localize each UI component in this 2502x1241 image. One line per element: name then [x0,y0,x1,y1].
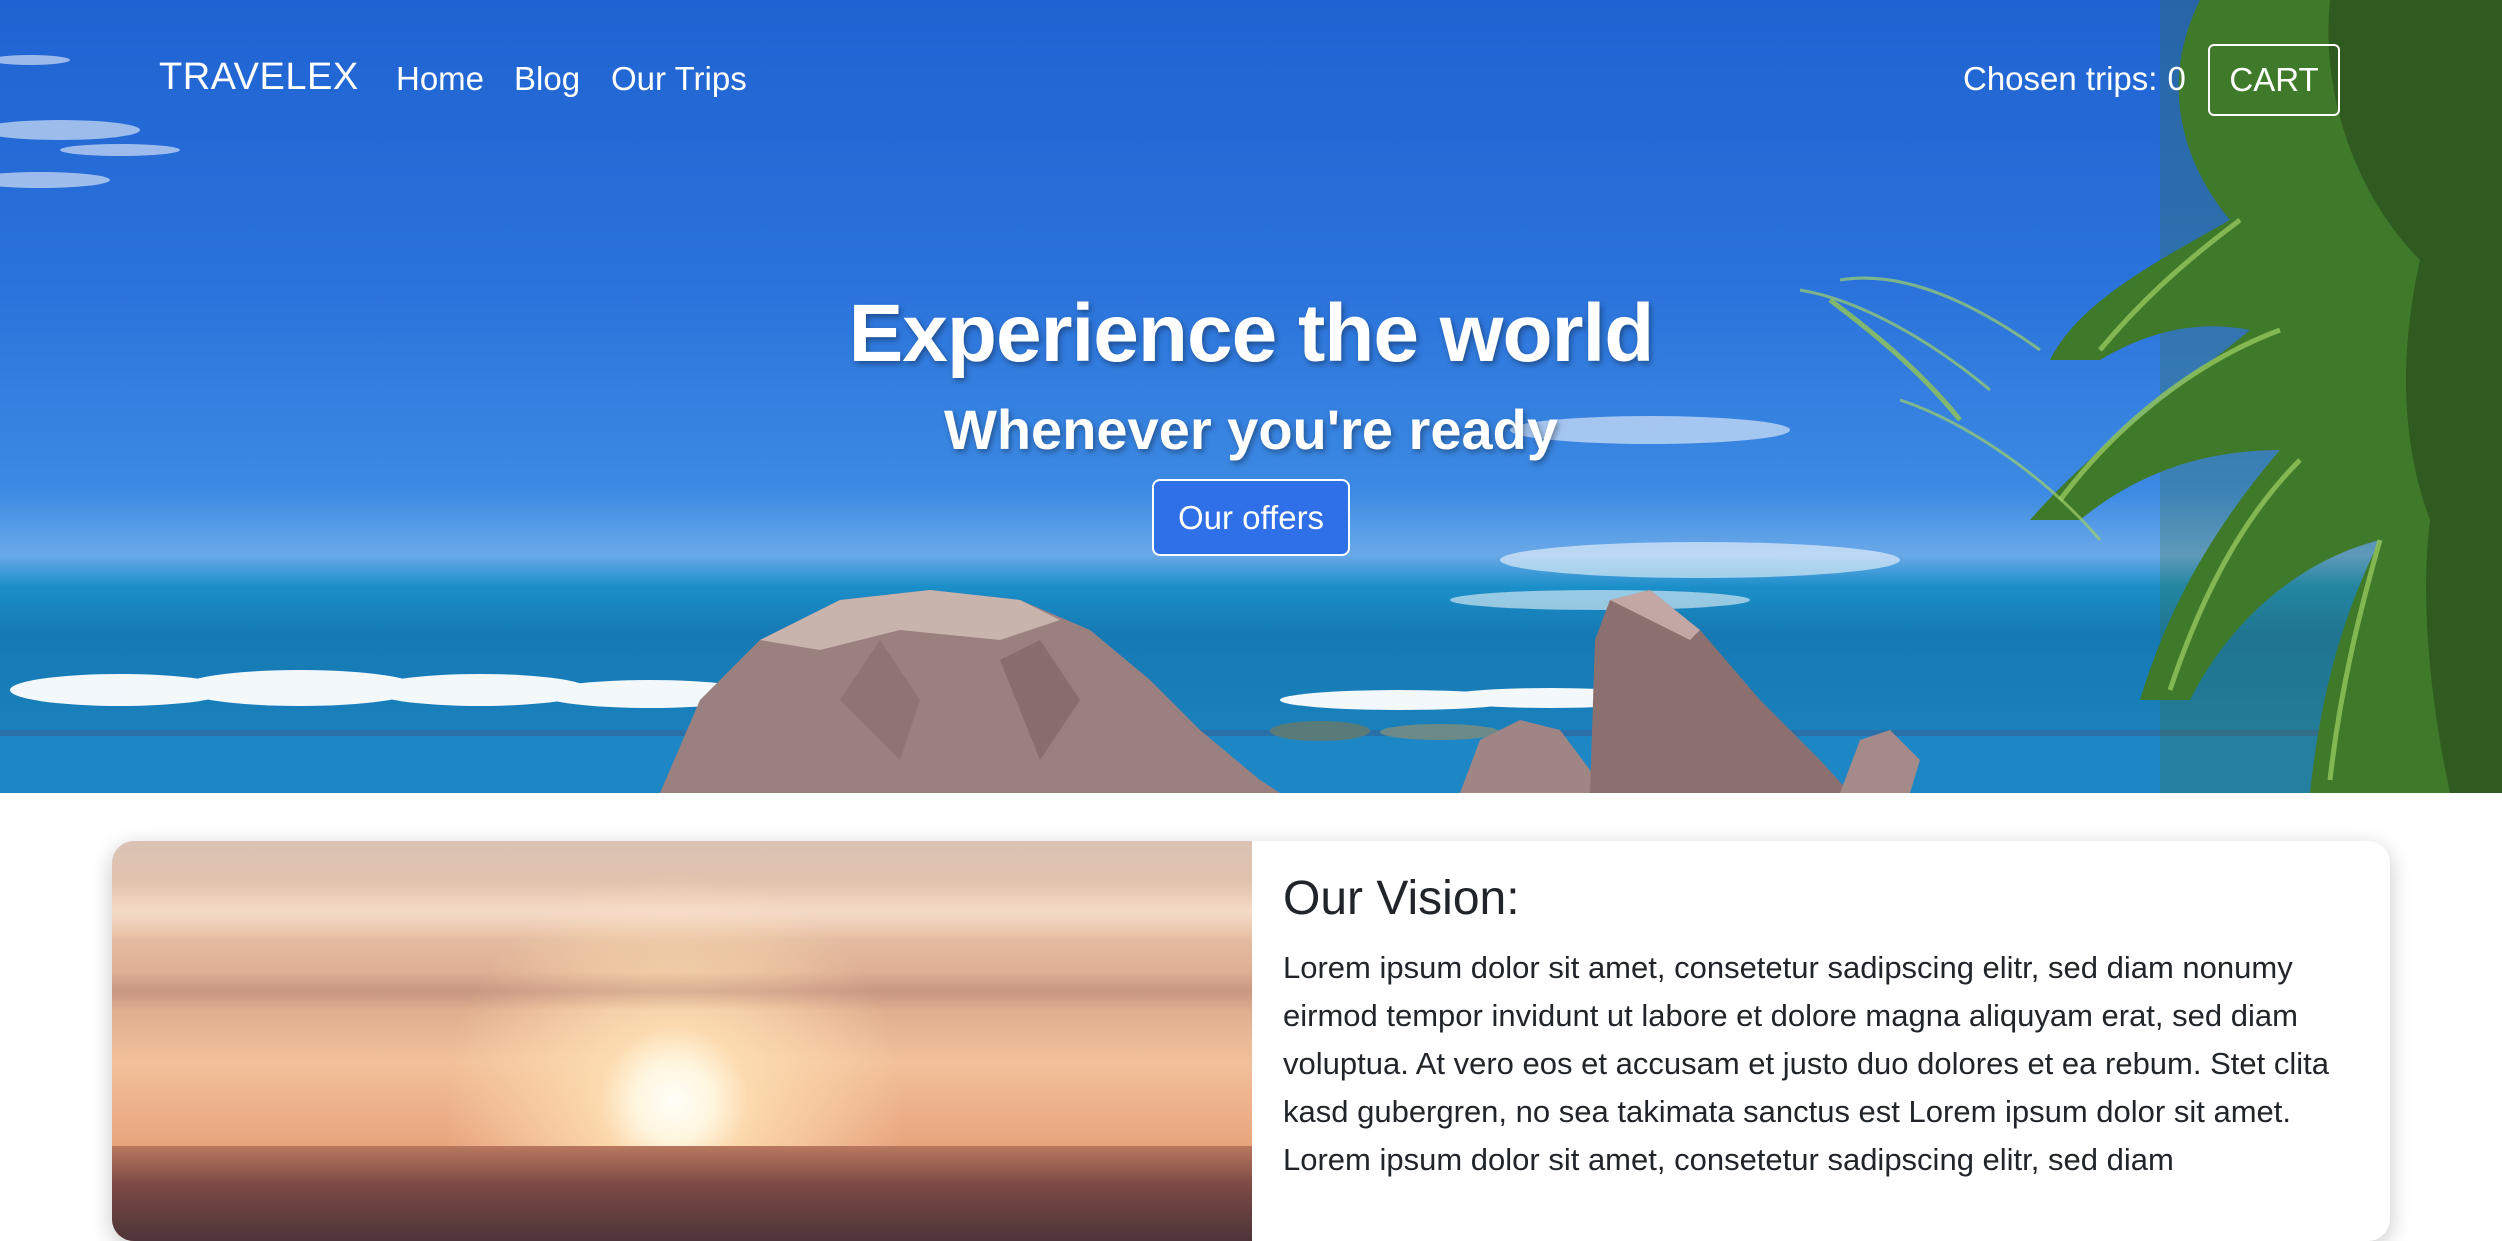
nav-link-home[interactable]: Home [396,60,484,98]
hero-banner: TRAVELEX Home Blog Our Trips Chosen trip… [0,0,2502,793]
cart-button[interactable]: CART [2208,44,2340,116]
nav-link-blog[interactable]: Blog [514,60,580,98]
image-haze [112,881,1252,941]
chosen-trips-count: 0 [2167,60,2186,97]
sunset-image [112,841,1252,1241]
image-haze [112,971,1252,1011]
brand-logo[interactable]: TRAVELEX [159,56,359,99]
vision-card: Our Vision: Lorem ipsum dolor sit amet, … [112,841,2390,1241]
vision-text: Lorem ipsum dolor sit amet, consetetur s… [1283,950,2329,1177]
vision-card-body: Our Vision: Lorem ipsum dolor sit amet, … [1283,871,2373,1184]
top-navbar: TRAVELEX Home Blog Our Trips Chosen trip… [0,0,2502,166]
vision-title: Our Vision: [1283,872,1520,925]
chosen-trips-counter: Chosen trips: 0 [1963,60,2186,98]
chosen-trips-label: Chosen trips: [1963,60,2158,97]
our-offers-button[interactable]: Our offers [1152,479,1350,556]
image-horizon [112,1146,1252,1241]
hero-title: Experience the world [848,288,1655,379]
nav-link-our-trips[interactable]: Our Trips [611,60,747,98]
hero-subtitle: Whenever you're ready [943,398,1558,461]
